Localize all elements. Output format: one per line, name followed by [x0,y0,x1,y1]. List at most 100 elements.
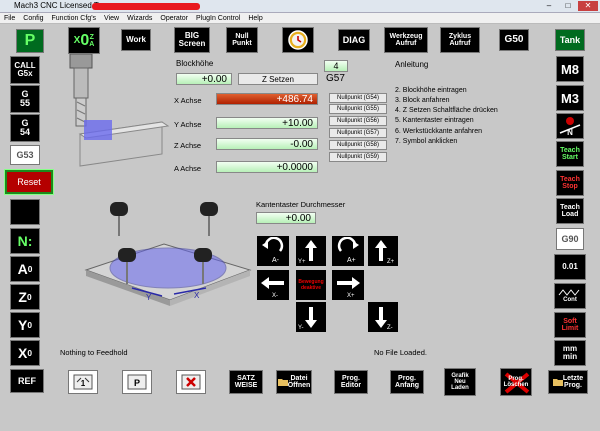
menu-plugin-control[interactable]: PlugIn Control [192,13,244,24]
nullpunkt-g59-button[interactable]: Nullpunkt (G59) [329,152,387,162]
zero-y-sub: 0 [27,319,32,330]
probe-z-plus-button[interactable]: Z+ [368,236,398,266]
svg-text:N: N [567,128,573,137]
gcode-label: G57 [326,73,345,84]
anleitung-label: Anleitung [395,60,429,69]
menu-file[interactable]: File [0,13,19,24]
zero-a-button[interactable]: A0 [10,256,40,282]
zero-x-sub: 0 [27,347,32,358]
nullpunkt-g58-button[interactable]: Nullpunkt (G58) [329,140,387,150]
z-setzen-button[interactable]: Z Setzen [238,73,318,85]
null-punkt-button[interactable]: Null Punkt [226,27,258,53]
g90-button[interactable]: G90 [556,228,584,250]
soft-limit-button[interactable]: Soft Limit [554,312,586,338]
menu-help[interactable]: Help [244,13,266,24]
cont-jog-button[interactable]: Cont [554,283,586,309]
datei-oeffnen-button[interactable]: Datei Öffnen [276,370,312,394]
svg-text:P: P [134,378,140,388]
n-button[interactable]: N: [10,228,40,254]
m8-button[interactable]: M8 [556,56,584,82]
probe-x-plus-button[interactable]: X+ [332,270,364,300]
spindle-n-button[interactable]: N [556,113,584,139]
big-screen-label-2: Screen [178,39,206,48]
menu-bar: File Config Function Cfg's View Wizards Opera… [0,13,600,24]
zero-xyz-button[interactable]: X0ZA [68,27,100,54]
p-button[interactable]: P [16,29,44,53]
kantentaster-field[interactable]: +0.00 [256,212,316,224]
feed-hold-button[interactable]: P [122,370,152,394]
svg-text:Y-: Y- [298,325,303,331]
probe-y-minus-button[interactable]: Y- [296,302,326,332]
mm-min-button[interactable]: mm min [554,340,586,366]
reset-button[interactable]: Reset [4,169,54,195]
blank-black-button[interactable] [10,199,40,225]
tank-button[interactable]: Tank [555,29,585,51]
work-button[interactable]: Work [121,29,151,51]
minimize-button[interactable]: – [540,1,558,11]
arrow-up-icon: Y+ [298,240,317,265]
zero-z-button[interactable]: Z0 [10,284,40,310]
nullpunkt-g57-button[interactable]: Nullpunkt (G57) [329,128,387,138]
diag-button[interactable]: DIAG [338,29,370,51]
letzte-prog-button[interactable]: Letzte Prog. [548,370,588,394]
nullpunkt-g54-button[interactable]: Nullpunkt (G54) [329,93,387,103]
cycle-start-button[interactable]: 1 [68,370,98,394]
werkzeug-aufruf-button[interactable]: Werkzeug Aufruf [384,27,428,53]
svg-text:X+: X+ [347,293,355,299]
probe-a-plus-button[interactable]: A+ [332,236,364,266]
probe-z-minus-button[interactable]: Z- [368,302,398,332]
teach-start-button[interactable]: Teach Start [556,141,584,167]
feedhold-status: Nothing to Feedhold [60,348,128,357]
probe-x-minus-button[interactable]: X- [257,270,289,300]
zero-x-button[interactable]: X0 [10,340,40,366]
a-axis-dro[interactable]: +0.0000 [216,161,318,173]
z-axis-dro[interactable]: -0.00 [216,138,318,150]
g50-button[interactable]: G50 [499,29,529,51]
y-axis-dro[interactable]: +10.00 [216,117,318,129]
min-label: min [562,352,578,361]
close-button[interactable]: ✕ [578,1,598,11]
blockhoehe-field[interactable]: +0.00 [176,73,232,85]
probe-y-plus-button[interactable]: Y+ [296,236,326,266]
grafik-neu-laden-button[interactable]: Grafik Neu Laden [444,368,476,396]
teach-stop-button[interactable]: Teach Stop [556,170,584,196]
clock-icon [288,30,308,50]
menu-operator[interactable]: Operator [156,13,192,24]
letzte-label: Letzte [562,375,584,382]
tool-number-field[interactable]: 4 [324,60,348,72]
aufruf-label-1: Aufruf [395,40,417,47]
call-g5x-button[interactable]: CALL G5x [10,56,40,84]
menu-view[interactable]: View [100,13,123,24]
zyklus-aufruf-button[interactable]: Zyklus Aufruf [440,27,480,53]
g53-button[interactable]: G53 [10,145,40,165]
x-axis-dro[interactable]: +486.74 [216,93,318,105]
probe-a-minus-button[interactable]: A- [257,236,289,266]
stop-button[interactable] [176,370,206,394]
prog-editor-button[interactable]: Prog. Editor [334,370,368,394]
big-screen-button[interactable]: BIG Screen [174,27,210,53]
svg-text:Z-: Z- [387,325,393,331]
maximize-button[interactable]: □ [559,1,577,11]
step-size-button[interactable]: 0.01 [554,254,586,280]
teach-load-button[interactable]: Teach Load [556,198,584,224]
g54-button[interactable]: G 54 [10,114,40,142]
clock-icon-button[interactable] [282,27,314,53]
prog-anfang-button[interactable]: Prog. Anfang [390,370,424,394]
nullpunkt-g55-button[interactable]: Nullpunkt (G55) [329,104,387,114]
menu-wizards[interactable]: Wizards [123,13,156,24]
ref-button[interactable]: REF [10,369,44,393]
prog-editor-label-2: Editor [340,382,362,389]
m3-button[interactable]: M3 [556,85,584,111]
satz-weise-button[interactable]: SATZ WEISE [229,370,263,394]
prog-loeschen-button[interactable]: Prog. Löschen [500,368,532,396]
cycle-start-icon: 1 [73,374,93,390]
zero-y-button[interactable]: Y0 [10,312,40,338]
g55-button[interactable]: G 55 [10,85,40,113]
prog-loeschen-label-2: Löschen [503,382,529,388]
nullpunkt-g56-button[interactable]: Nullpunkt (G56) [329,116,387,126]
menu-function-cfgs[interactable]: Function Cfg's [48,13,101,24]
limit-label: Limit [561,325,579,332]
zyklus-label: Zyklus [448,33,472,40]
menu-config[interactable]: Config [19,13,47,24]
instruction-step-2: 2. Blockhöhe eintragen [395,87,467,94]
